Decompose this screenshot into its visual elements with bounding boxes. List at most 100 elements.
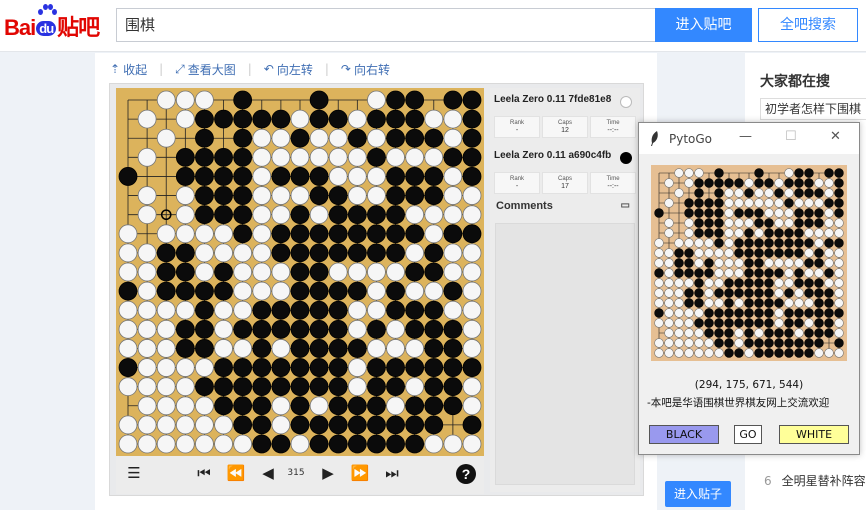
white-stone [386, 339, 405, 358]
black-stone [754, 168, 764, 178]
white-stone [804, 298, 814, 308]
white-button[interactable]: WHITE [779, 425, 849, 444]
black-stone [674, 248, 684, 258]
white-stone [252, 205, 272, 225]
white-stone [784, 188, 794, 198]
black-stone [694, 318, 704, 328]
black-stone [290, 243, 310, 263]
hot-search-item[interactable]: 初学者怎样下围棋 [760, 98, 866, 120]
white-stone [774, 218, 784, 228]
white-stone [309, 128, 329, 148]
white-stone [824, 228, 834, 238]
rotate-left-button[interactable]: ↶ 向左转 [264, 61, 313, 78]
black-stone [252, 319, 272, 339]
black-stone [824, 198, 834, 208]
rotate-right-button[interactable]: ↷ 向右转 [341, 61, 390, 78]
black-stone [744, 238, 754, 248]
black-stone [328, 243, 348, 263]
black-stone [794, 278, 804, 288]
first-move-icon[interactable]: ⏮ [192, 464, 216, 482]
white-stone [367, 300, 386, 320]
black-stone [714, 288, 724, 298]
black-stone [424, 377, 444, 397]
pytogo-board[interactable] [651, 165, 847, 361]
black-stone [804, 288, 814, 298]
white-stone [694, 348, 704, 358]
collapse-label: 收起 [123, 62, 148, 77]
white-stone [684, 228, 694, 238]
black-stone [784, 338, 794, 348]
white-stone [724, 258, 734, 268]
white-stone [405, 339, 425, 358]
enter-post-button[interactable]: 进入贴子 [665, 481, 731, 507]
minimize-icon[interactable]: — [739, 129, 752, 144]
logo-text-tieba: 贴吧 [57, 15, 100, 40]
menu-icon[interactable]: ☰ [122, 464, 146, 482]
black-stone [290, 377, 310, 397]
white-stone [137, 319, 157, 339]
enter-bar-button[interactable]: 进入贴吧 [655, 8, 752, 42]
black-stone [654, 308, 664, 318]
hot-search-item-6[interactable]: 6 全明星替补阵容 [764, 472, 866, 489]
caps-stat: Caps 12 [542, 116, 588, 138]
black-stone [754, 258, 764, 268]
rotate-right-icon: ↷ [340, 62, 351, 76]
white-stone [814, 268, 824, 278]
black-stone [328, 300, 348, 320]
help-icon[interactable]: ? [456, 464, 476, 484]
black-stone [744, 288, 754, 298]
black-stone [774, 348, 784, 358]
white-stone [367, 339, 386, 358]
white-stone [309, 205, 329, 225]
forward-fast-icon[interactable]: ⏩ [348, 464, 372, 482]
black-stone [804, 278, 814, 288]
black-stone [405, 415, 425, 435]
window-titlebar[interactable]: PytoGo — ☐ ✕ [639, 123, 859, 154]
comments-box[interactable] [495, 223, 635, 485]
maximize-icon[interactable]: ☐ [785, 129, 797, 144]
white-stone [824, 188, 834, 198]
white-stone [462, 205, 482, 225]
search-input[interactable]: 围棋 [116, 8, 656, 42]
black-stone [386, 300, 405, 320]
black-stone [347, 339, 367, 358]
white-stone [654, 248, 664, 258]
back-icon[interactable]: ◀ [256, 464, 280, 482]
search-all-button[interactable]: 全吧搜索 [758, 8, 858, 42]
white-stone [804, 248, 814, 258]
comment-icon[interactable]: ▭ [621, 200, 630, 211]
black-stone [814, 188, 824, 198]
white-stone [704, 278, 714, 288]
black-stone [405, 167, 425, 186]
black-stone [744, 328, 754, 338]
go-board[interactable] [116, 88, 484, 456]
black-stone [834, 238, 844, 248]
black-stone [824, 298, 834, 308]
close-icon[interactable]: ✕ [830, 129, 841, 144]
view-large-button[interactable]: ⤢ 查看大图 [175, 61, 236, 78]
white-stone [290, 434, 310, 454]
white-stone [328, 147, 348, 167]
black-stone [405, 396, 425, 416]
back-fast-icon[interactable]: ⏪ [224, 464, 248, 482]
white-stone [137, 396, 157, 416]
forward-icon[interactable]: ▶ [316, 464, 340, 482]
white-stone [462, 281, 482, 301]
white-stone [734, 268, 744, 278]
black-stone [156, 243, 176, 263]
black-stone [233, 90, 253, 110]
white-stone [367, 128, 386, 148]
black-stone [405, 224, 425, 244]
go-button[interactable]: GO [734, 425, 762, 444]
black-stone [814, 298, 824, 308]
white-stone [214, 300, 233, 320]
comments-header: Comments ▭ [490, 200, 640, 212]
black-stone [694, 278, 704, 288]
black-button[interactable]: BLACK [649, 425, 719, 444]
last-move-icon[interactable]: ⏭ [380, 464, 404, 482]
white-stone [252, 243, 272, 263]
black-stone [714, 228, 724, 238]
black-stone [754, 298, 764, 308]
collapse-button[interactable]: ⇡ 收起 [110, 61, 147, 78]
black-stone [834, 338, 844, 348]
